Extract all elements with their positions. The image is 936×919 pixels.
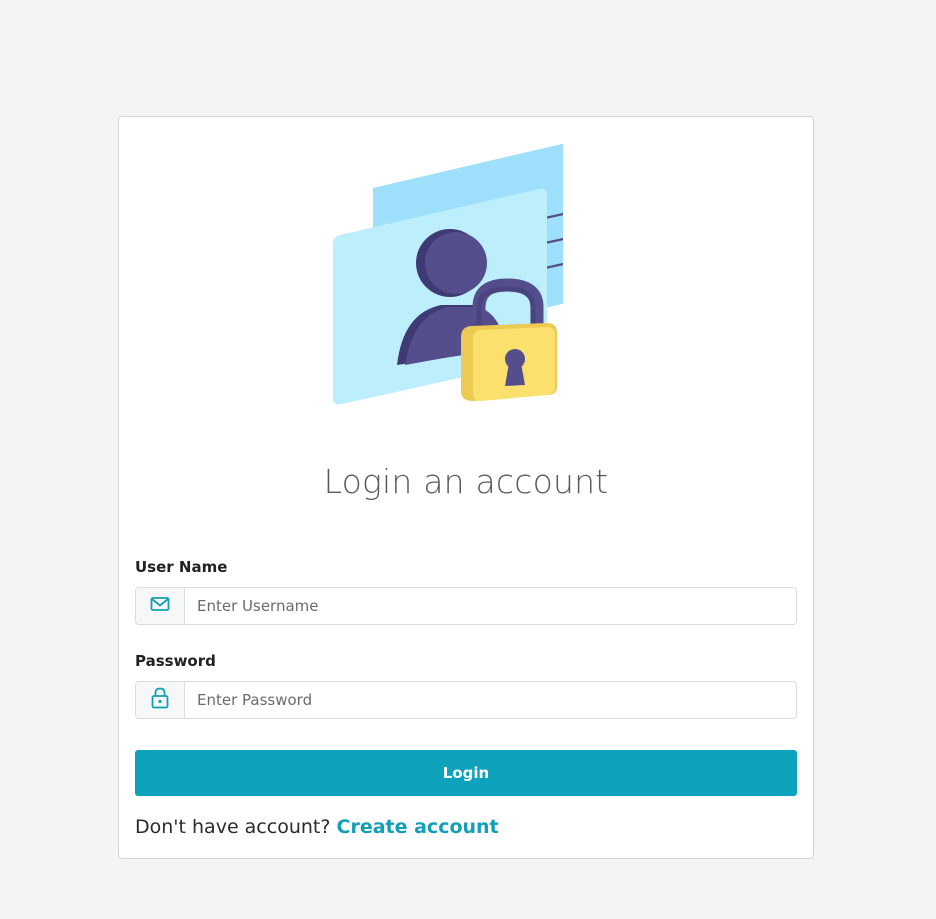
- lock-icon: [151, 687, 169, 713]
- username-input[interactable]: [185, 588, 796, 624]
- signup-prompt: Don't have account?: [135, 816, 331, 838]
- password-label: Password: [135, 652, 216, 670]
- create-account-link[interactable]: Create account: [337, 816, 499, 838]
- password-input-group: [135, 681, 797, 719]
- username-addon: [136, 588, 185, 624]
- password-input[interactable]: [185, 682, 796, 718]
- login-button[interactable]: Login: [135, 750, 797, 796]
- signup-row: Don't have account? Create account: [135, 816, 499, 838]
- envelope-icon: [150, 596, 170, 616]
- login-card: Login an account User Name Password: [118, 116, 814, 859]
- username-label: User Name: [135, 558, 228, 576]
- password-addon: [136, 682, 185, 718]
- page-title: Login an account: [323, 462, 609, 501]
- user-lock-illustration: [333, 143, 563, 405]
- username-input-group: [135, 587, 797, 625]
